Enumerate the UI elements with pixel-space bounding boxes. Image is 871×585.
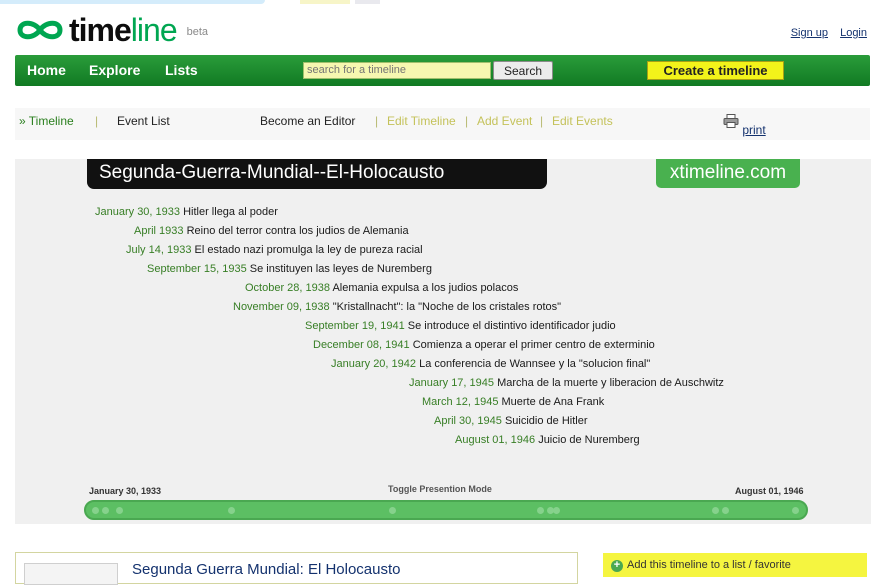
- timeline-event[interactable]: December 08, 1941 Comienza a operar el p…: [313, 339, 655, 351]
- signup-link[interactable]: Sign up: [791, 27, 828, 39]
- timeline-start-label: January 30, 1933: [89, 486, 162, 496]
- timeline-subnav: » Timeline | Event List Become an Editor…: [15, 108, 870, 140]
- create-timeline-button[interactable]: Create a timeline: [647, 61, 784, 80]
- print-control[interactable]: print: [723, 114, 766, 137]
- event-marker[interactable]: [712, 507, 719, 514]
- event-marker[interactable]: [228, 507, 235, 514]
- timeline-info-title: Segunda Guerra Mundial: El Holocausto: [132, 561, 401, 578]
- timeline-event[interactable]: March 12, 1945 Muerte de Ana Frank: [422, 396, 604, 408]
- search-button[interactable]: Search: [493, 61, 553, 80]
- event-date: April 30, 1945: [434, 415, 502, 427]
- edit-timeline-link[interactable]: Edit Timeline: [387, 114, 456, 128]
- event-title: Suicidio de Hitler: [504, 415, 588, 427]
- event-date: January 20, 1942: [331, 358, 417, 370]
- site-logo[interactable]: timeline beta: [15, 14, 208, 46]
- logo-word-bold: time: [69, 12, 132, 48]
- timeline-event[interactable]: September 19, 1941 Se introduce el disti…: [305, 320, 616, 332]
- logo-word-thin: line: [130, 12, 178, 48]
- timeline-event[interactable]: September 15, 1935 Se instituyen las ley…: [147, 263, 432, 275]
- add-to-list-label: Add this timeline to a list / favorite: [627, 559, 791, 571]
- timeline-event[interactable]: July 14, 1933 El estado nazi promulga la…: [126, 244, 423, 256]
- timeline-info-card: Segunda Guerra Mundial: El Holocausto: [15, 552, 578, 585]
- event-date: March 12, 1945: [422, 396, 499, 408]
- event-marker[interactable]: [92, 507, 99, 514]
- separator: |: [465, 114, 469, 128]
- event-date: January 30, 1933: [95, 206, 181, 218]
- separator: |: [375, 114, 379, 128]
- event-title: "Kristallnacht": la "Noche de los crista…: [332, 301, 562, 313]
- separator: |: [95, 114, 99, 128]
- event-title: Hitler llega al poder: [183, 206, 278, 218]
- event-marker[interactable]: [792, 507, 799, 514]
- printer-icon: [723, 114, 739, 128]
- event-date: August 01, 1946: [455, 434, 536, 446]
- event-title: La conferencia de Wannsee y la "solucion…: [419, 358, 651, 370]
- event-marker[interactable]: [553, 507, 560, 514]
- event-title: Se introduce el distintivo identificador…: [407, 320, 616, 332]
- decoration-bar: [355, 0, 380, 4]
- timeline-event[interactable]: April 1933 Reino del terror contra los j…: [134, 225, 409, 237]
- add-to-list-button[interactable]: + Add this timeline to a list / favorite: [603, 553, 867, 577]
- timeline-event[interactable]: April 30, 1945 Suicidio de Hitler: [434, 415, 588, 427]
- plus-icon: +: [611, 560, 623, 572]
- tab-event-list[interactable]: Event List: [117, 114, 170, 128]
- event-date: November 09, 1938: [233, 301, 330, 313]
- account-links: Sign up Login: [782, 27, 867, 39]
- xtimeline-brand[interactable]: xtimeline.com: [656, 159, 800, 188]
- event-date: December 08, 1941: [313, 339, 410, 351]
- timeline-thumbnail[interactable]: [24, 563, 118, 585]
- event-title: Se instituyen las leyes de Nuremberg: [249, 263, 432, 275]
- event-marker[interactable]: [116, 507, 123, 514]
- toggle-presentation-mode[interactable]: Toggle Presention Mode: [388, 484, 492, 494]
- event-date: September 19, 1941: [305, 320, 405, 332]
- event-marker[interactable]: [389, 507, 396, 514]
- timeline-event[interactable]: October 28, 1938 Alemania expulsa a los …: [245, 282, 518, 294]
- search-input[interactable]: [303, 62, 491, 79]
- timeline-event[interactable]: November 09, 1938 "Kristallnacht": la "N…: [233, 301, 561, 313]
- event-title: Marcha de la muerte y liberacion de Ausc…: [497, 377, 724, 389]
- event-date: April 1933: [134, 225, 184, 237]
- logo-wordmark: timeline: [69, 12, 178, 48]
- become-editor-link[interactable]: Become an Editor: [260, 114, 355, 128]
- separator: |: [540, 114, 544, 128]
- timeline-event[interactable]: August 01, 1946 Juicio de Nuremberg: [455, 434, 640, 446]
- nav-home[interactable]: Home: [27, 62, 66, 78]
- event-title: Reino del terror contra los judios de Al…: [186, 225, 409, 237]
- event-marker[interactable]: [722, 507, 729, 514]
- nav-lists[interactable]: Lists: [165, 62, 198, 78]
- event-marker[interactable]: [537, 507, 544, 514]
- main-nav: Home Explore Lists Search Create a timel…: [15, 55, 870, 86]
- decoration-bar: [300, 0, 350, 4]
- print-link[interactable]: print: [742, 123, 765, 137]
- timeline-event[interactable]: January 17, 1945 Marcha de la muerte y l…: [409, 377, 724, 389]
- event-date: July 14, 1933: [126, 244, 192, 256]
- timeline-event[interactable]: January 30, 1933 Hitler llega al poder: [95, 206, 278, 218]
- decoration-bar: [0, 0, 265, 4]
- edit-events-link[interactable]: Edit Events: [552, 114, 613, 128]
- login-link[interactable]: Login: [840, 27, 867, 39]
- timeline-event[interactable]: January 20, 1942 La conferencia de Wanns…: [331, 358, 650, 370]
- event-title: Juicio de Nuremberg: [538, 434, 640, 446]
- nav-explore[interactable]: Explore: [89, 62, 140, 78]
- timeline-scrubber[interactable]: [84, 500, 808, 520]
- event-marker[interactable]: [102, 507, 109, 514]
- timeline-title: Segunda-Guerra-Mundial--El-Holocausto: [87, 159, 547, 189]
- timeline-end-label: August 01, 1946: [735, 486, 804, 496]
- event-date: October 28, 1938: [245, 282, 331, 294]
- event-title: Alemania expulsa a los judios polacos: [332, 282, 519, 294]
- event-title: El estado nazi promulga la ley de pureza…: [194, 244, 423, 256]
- infinity-logo-icon: [17, 20, 63, 40]
- beta-badge: beta: [186, 26, 209, 38]
- add-event-link[interactable]: Add Event: [477, 114, 532, 128]
- tab-timeline[interactable]: » Timeline: [19, 114, 74, 128]
- event-date: September 15, 1935: [147, 263, 247, 275]
- top-decoration: [0, 0, 871, 5]
- event-date: January 17, 1945: [409, 377, 495, 389]
- event-title: Comienza a operar el primer centro de ex…: [412, 339, 655, 351]
- event-title: Muerte de Ana Frank: [501, 396, 605, 408]
- timeline-panel: Segunda-Guerra-Mundial--El-Holocausto xt…: [15, 159, 871, 524]
